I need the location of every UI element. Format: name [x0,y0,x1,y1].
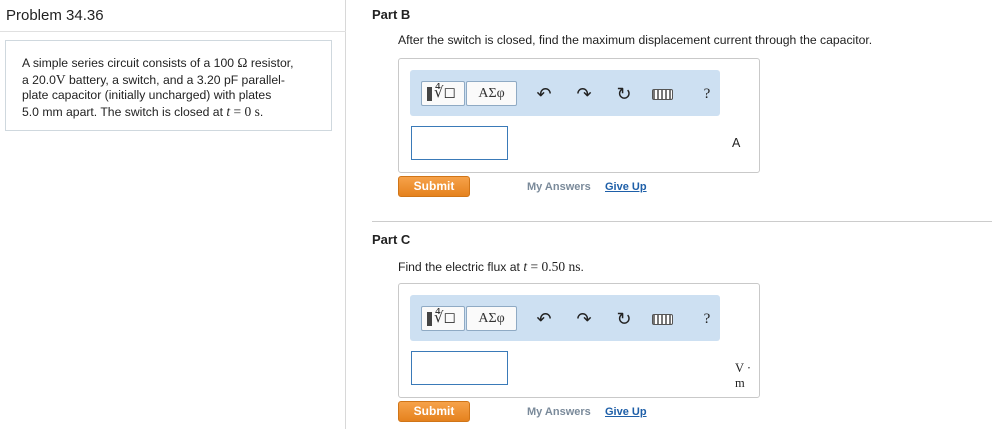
cursor-bar-icon [427,312,432,326]
part-divider [372,221,992,222]
help-button[interactable]: ? [697,82,717,106]
title-divider [0,31,346,32]
problem-line-3: plate capacitor (initially uncharged) wi… [22,88,272,102]
part-c-give-up-link[interactable]: Give Up [605,406,647,418]
reset-icon[interactable]: ↻ [614,82,634,106]
part-b-heading: Part B [372,7,411,22]
part-c-question: Find the electric flux at t = 0.50 ns. [398,259,584,274]
problem-line-4: 5.0 mm apart. The switch is closed at t … [22,103,264,119]
keyboard-icon[interactable] [650,82,676,106]
undo-icon[interactable]: ↶ [534,82,554,106]
greek-symbols-button[interactable]: ΑΣφ [466,306,517,331]
greek-symbols-button[interactable]: ΑΣφ [466,81,517,106]
part-c-submit-button[interactable]: Submit [398,401,470,422]
redo-icon[interactable]: ↷ [574,82,594,106]
part-b-toolbar: ∜◻ ΑΣφ ↶ ↷ ↻ ? [410,70,720,116]
keyboard-shape [652,314,673,325]
part-c-my-answers-link[interactable]: My Answers [527,406,591,418]
keyboard-icon[interactable] [650,307,676,331]
keyboard-shape [652,89,673,100]
cursor-bar-icon [427,87,432,101]
part-c-heading: Part C [372,232,411,247]
undo-icon[interactable]: ↶ [534,307,554,331]
part-c-unit: V · m [735,361,752,390]
part-b-answer-box: ∜◻ ΑΣφ ↶ ↷ ↻ ? A [398,58,760,173]
part-b-my-answers-link[interactable]: My Answers [527,181,591,193]
problem-title: Problem 34.36 [6,7,104,24]
part-b-submit-button[interactable]: Submit [398,176,470,197]
radical-icon: ∜◻ [434,310,457,326]
part-b-answer-input[interactable] [411,126,508,160]
part-c-answer-box: ∜◻ ΑΣφ ↶ ↷ ↻ ? V · m [398,283,760,398]
problem-line-2: a 20.0V battery, a switch, and a 3.20 pF… [22,71,285,87]
help-button[interactable]: ? [697,307,717,331]
reset-icon[interactable]: ↻ [614,307,634,331]
redo-icon[interactable]: ↷ [574,307,594,331]
problem-line-1: A simple series circuit consists of a 10… [22,55,294,70]
templates-button[interactable]: ∜◻ [421,81,465,106]
problem-panel: Problem 34.36 A simple series circuit co… [0,0,346,429]
part-c-answer-input[interactable] [411,351,508,385]
part-b-question: After the switch is closed, find the max… [398,33,873,47]
part-b-unit: A [732,136,741,150]
problem-statement: A simple series circuit consists of a 10… [5,40,332,131]
templates-button[interactable]: ∜◻ [421,306,465,331]
radical-icon: ∜◻ [434,85,457,101]
part-c-toolbar: ∜◻ ΑΣφ ↶ ↷ ↻ ? [410,295,720,341]
part-b-give-up-link[interactable]: Give Up [605,181,647,193]
